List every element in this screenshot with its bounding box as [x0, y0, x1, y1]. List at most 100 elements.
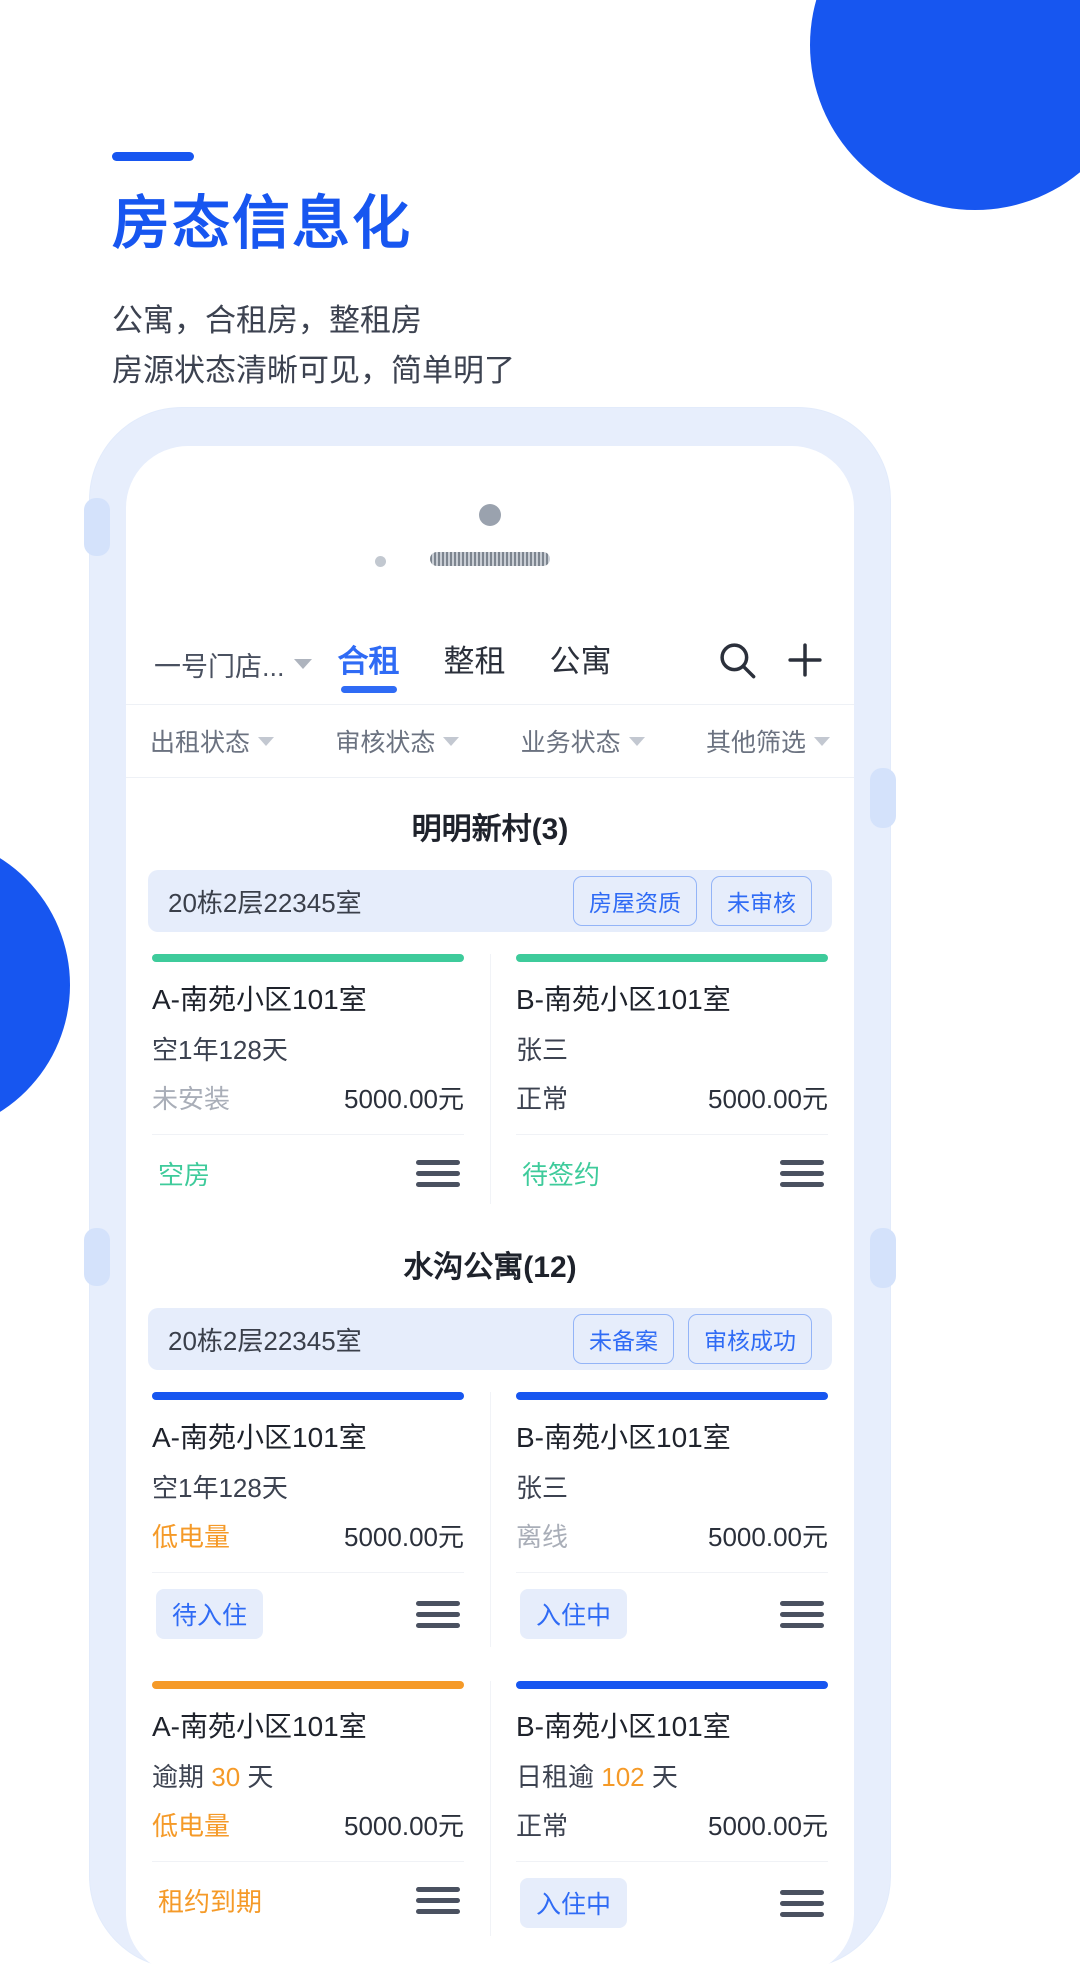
room-actions: 租约到期 [152, 1862, 464, 1943]
menu-icon[interactable] [416, 1600, 460, 1628]
room-meta-prefix: 日租逾 [516, 1762, 602, 1792]
front-camera-icon [479, 504, 501, 526]
room-status-label[interactable]: 入住中 [520, 1878, 628, 1928]
chevron-down-icon [258, 736, 275, 746]
room-row: A-南苑小区101室 空1年128天 低电量 5000.00元 待入住 B-南苑… [126, 1370, 854, 1659]
room-status-bar [152, 1681, 464, 1689]
filter-audit-status-label: 审核状态 [335, 729, 436, 757]
filter-rent-status-label: 出租状态 [150, 729, 251, 757]
filter-audit-status[interactable]: 审核状态 [335, 723, 460, 759]
address-badges: 房屋资质 未审核 [573, 876, 812, 926]
chevron-down-icon [443, 736, 460, 746]
room-device-state: 正常 [516, 1811, 569, 1841]
room-card[interactable]: A-南苑小区101室 空1年128天 未安装 5000.00元 空房 [126, 932, 490, 1216]
search-icon[interactable] [716, 639, 758, 681]
menu-icon[interactable] [780, 1600, 824, 1628]
room-price: 5000.00元 [344, 1522, 464, 1552]
room-status-bar [516, 954, 828, 962]
filter-business-status[interactable]: 业务状态 [521, 723, 645, 759]
menu-icon[interactable] [780, 1160, 824, 1187]
status-badge[interactable]: 房屋资质 [573, 876, 697, 926]
phone-mockup: 一号门店... 合租 整租 公寓 出租状态 审核状态 业务状态 其他筛选 明明新… [84, 408, 896, 1976]
phone-screen: 一号门店... 合租 整租 公寓 出租状态 审核状态 业务状态 其他筛选 明明新… [126, 446, 854, 1976]
tab-zhengzu[interactable]: 整租 [444, 636, 506, 693]
room-device-state: 未安装 [152, 1084, 231, 1114]
status-badge[interactable]: 审核成功 [688, 1314, 812, 1364]
earpiece-speaker-icon [430, 552, 550, 566]
status-badge[interactable]: 未审核 [711, 876, 812, 926]
room-meta: 空1年128天 [152, 1473, 288, 1503]
address-bar[interactable]: 20栋2层22345室 房屋资质 未审核 [148, 870, 832, 932]
room-footer: 正常 5000.00元 [516, 1079, 828, 1134]
room-title: A-南苑小区101室 [152, 1422, 367, 1453]
filter-other-label: 其他筛选 [705, 729, 806, 757]
room-actions: 入住中 [516, 1862, 828, 1948]
tab-hezu[interactable]: 合租 [338, 636, 400, 693]
room-row: A-南苑小区101室 空1年128天 未安装 5000.00元 空房 B-南苑小… [126, 932, 854, 1216]
room-meta: 日租逾 102 天 [516, 1757, 828, 1794]
room-status-label[interactable]: 待入住 [156, 1589, 264, 1639]
room-title: B-南苑小区101室 [516, 1711, 731, 1742]
menu-icon[interactable] [416, 1160, 460, 1187]
app-content: 一号门店... 合租 整租 公寓 出租状态 审核状态 业务状态 其他筛选 明明新… [126, 624, 854, 1948]
filter-rent-status[interactable]: 出租状态 [150, 723, 275, 759]
room-status-label[interactable]: 入住中 [520, 1589, 628, 1639]
group-title: 水沟公寓(12) [403, 1251, 577, 1284]
menu-icon[interactable] [416, 1887, 460, 1914]
app-topbar: 一号门店... 合租 整租 公寓 [126, 624, 854, 704]
property-group: 水沟公寓(12) 20栋2层22345室 未备案 审核成功 A-南苑小区101室… [126, 1216, 854, 1948]
room-footer: 未安装 5000.00元 [152, 1079, 464, 1134]
room-meta: 张三 [516, 1473, 569, 1503]
room-status-bar [516, 1392, 828, 1400]
room-card[interactable]: B-南苑小区101室 张三 离线 5000.00元 入住中 [490, 1370, 854, 1659]
phone-button-right-2 [870, 1228, 896, 1288]
room-footer: 离线 5000.00元 [516, 1517, 828, 1572]
room-footer: 低电量 5000.00元 [152, 1517, 464, 1572]
room-actions: 待入住 [152, 1573, 464, 1659]
room-actions: 待签约 [516, 1135, 828, 1216]
hero-subtitle: 公寓，合租房，整租房 房源状态清晰可见，简单明了 [112, 296, 515, 396]
room-title: A-南苑小区101室 [152, 1711, 367, 1742]
room-status-label[interactable]: 待签约 [520, 1151, 602, 1196]
room-card[interactable]: B-南苑小区101室 日租逾 102 天 正常 5000.00元 入住中 [490, 1659, 854, 1948]
room-card[interactable]: A-南苑小区101室 空1年128天 低电量 5000.00元 待入住 [126, 1370, 490, 1659]
room-device-state: 正常 [516, 1084, 569, 1114]
room-price: 5000.00元 [708, 1084, 828, 1114]
room-meta-value: 102 [601, 1762, 645, 1792]
plus-icon[interactable] [784, 639, 826, 681]
room-price: 5000.00元 [708, 1811, 828, 1841]
room-meta: 逾期 30 天 [152, 1757, 464, 1794]
address-text: 20栋2层22345室 [168, 887, 362, 918]
filter-other[interactable]: 其他筛选 [706, 723, 830, 759]
store-selector-label: 一号门店... [154, 651, 285, 682]
address-bar[interactable]: 20栋2层22345室 未备案 审核成功 [148, 1308, 832, 1370]
store-selector[interactable]: 一号门店... [154, 645, 312, 684]
tab-bar: 合租 整租 公寓 [338, 636, 612, 693]
menu-icon[interactable] [780, 1889, 824, 1917]
hero-subtitle-line-2: 房源状态清晰可见，简单明了 [112, 352, 515, 388]
property-group: 明明新村(3) 20栋2层22345室 房屋资质 未审核 A-南苑小区101室 … [126, 778, 854, 1216]
address-badges: 未备案 审核成功 [573, 1314, 812, 1364]
room-price: 5000.00元 [344, 1811, 464, 1841]
status-badge[interactable]: 未备案 [573, 1314, 674, 1364]
chevron-down-icon [814, 736, 830, 746]
room-status-bar [152, 1392, 464, 1400]
room-actions: 空房 [152, 1135, 464, 1216]
room-title: A-南苑小区101室 [152, 984, 367, 1015]
room-price: 5000.00元 [344, 1084, 464, 1114]
room-status-label[interactable]: 空房 [156, 1151, 212, 1196]
filter-bar: 出租状态 审核状态 业务状态 其他筛选 [126, 705, 854, 777]
hero-accent-rule [112, 152, 194, 161]
room-card[interactable]: B-南苑小区101室 张三 正常 5000.00元 待签约 [490, 932, 854, 1216]
room-row: A-南苑小区101室 逾期 30 天 低电量 5000.00元 租约到期 B-南… [126, 1659, 854, 1948]
tab-gongyu[interactable]: 公寓 [550, 636, 612, 693]
room-card[interactable]: A-南苑小区101室 逾期 30 天 低电量 5000.00元 租约到期 [126, 1659, 490, 1948]
chevron-down-icon [628, 736, 645, 746]
decor-circle-top-right [810, 0, 1080, 210]
filter-business-status-label: 业务状态 [520, 729, 621, 757]
room-device-state: 低电量 [152, 1811, 231, 1841]
room-status-label[interactable]: 租约到期 [156, 1878, 264, 1923]
room-status-bar [152, 954, 464, 962]
room-footer: 正常 5000.00元 [516, 1806, 828, 1861]
page-title: 房态信息化 [112, 191, 413, 256]
